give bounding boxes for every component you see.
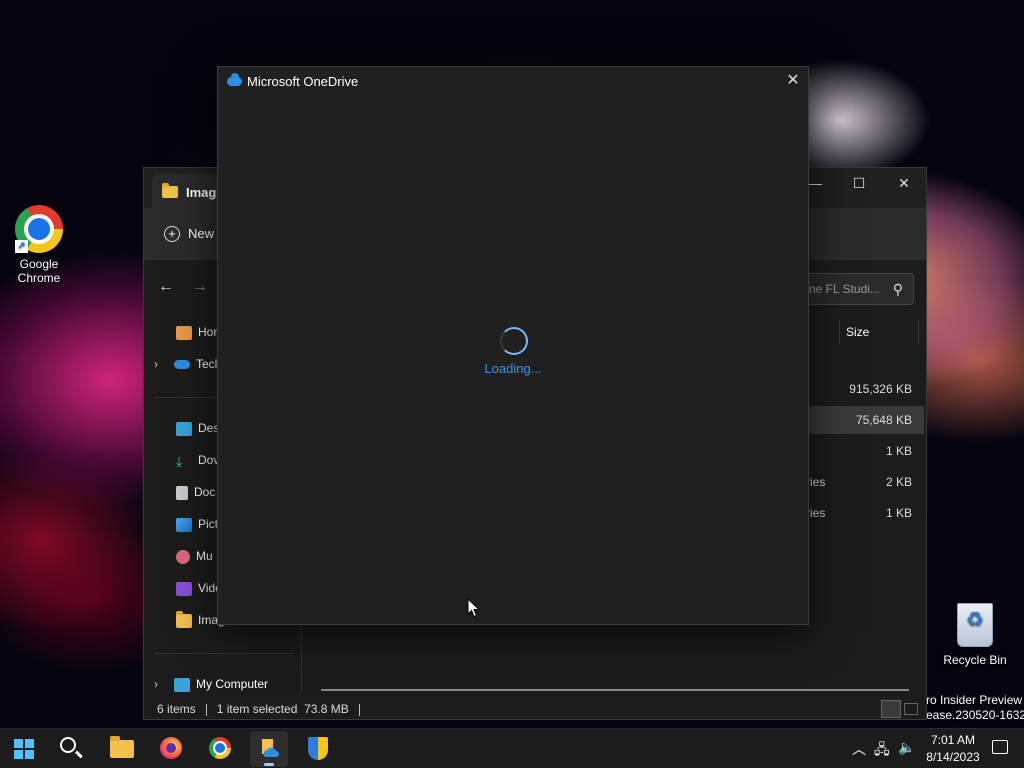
status-selected-size: 73.8 MB — [304, 702, 349, 716]
cloud-icon — [174, 360, 190, 370]
computer-icon — [174, 677, 190, 692]
taskbar-clock[interactable]: 7:01 AM 8/14/2023 — [918, 732, 988, 766]
nav-item-documents[interactable]: Doc — [176, 478, 215, 506]
nav-item-label: Tecl — [196, 357, 218, 371]
home-icon — [176, 325, 192, 340]
close-button[interactable]: ✕ — [778, 67, 808, 95]
nav-item-desktop[interactable]: Des — [176, 414, 219, 442]
status-item-count: 6 items — [157, 702, 196, 716]
shortcut-arrow-icon: ↗ — [15, 240, 28, 253]
onedrive-cloud-icon — [227, 73, 242, 86]
taskbar-firefox[interactable] — [152, 731, 190, 767]
download-icon: ⤓ — [176, 452, 183, 469]
column-header-size[interactable]: Size — [839, 320, 919, 344]
video-icon — [176, 581, 192, 596]
folder-icon — [176, 610, 192, 628]
nav-item-onedrive[interactable]: › Tecl — [154, 350, 217, 378]
windows-logo-icon — [14, 739, 34, 759]
row-size: 1 KB — [885, 444, 912, 458]
row-size: 2 KB — [885, 475, 912, 489]
taskbar-file-explorer[interactable] — [103, 731, 141, 767]
back-arrow-icon[interactable]: ← — [158, 278, 174, 296]
nav-item-label: Doc — [194, 485, 216, 499]
new-button-label: New — [188, 226, 215, 241]
desktop-icon-google-chrome[interactable]: ↗ Google Chrome — [1, 205, 77, 285]
nav-item-label: My Computer — [196, 677, 269, 691]
tiles-view-button[interactable] — [904, 703, 918, 715]
chevron-right-icon[interactable]: › — [154, 670, 168, 698]
onedrive-dialog[interactable]: Microsoft OneDrive ✕ Loading... — [217, 66, 809, 625]
nav-divider — [154, 653, 294, 654]
nav-item-pictures[interactable]: Pict — [176, 510, 218, 538]
status-bar: 6 items 1 item selected 73.8 MB — [144, 698, 926, 719]
music-icon — [176, 549, 190, 564]
loading-spinner-icon — [500, 327, 528, 355]
clock-date: 8/14/2023 — [926, 750, 980, 764]
notification-icon[interactable] — [992, 740, 1008, 754]
taskbar-onedrive-setup[interactable] — [250, 731, 288, 767]
row-size: 1 KB — [885, 506, 912, 520]
desktop-icon-label: Google Chrome — [17, 257, 61, 285]
status-selected-count: 1 item selected — [216, 702, 298, 716]
close-button[interactable]: ✕ — [881, 168, 926, 198]
desktop-icon-recycle-bin[interactable]: Recycle Bin — [937, 603, 1013, 667]
picture-icon — [176, 517, 192, 532]
chevron-right-icon[interactable]: › — [154, 350, 168, 378]
status-separator — [205, 703, 207, 716]
details-view-button[interactable] — [881, 700, 901, 718]
mouse-pointer-icon — [467, 598, 481, 618]
firefox-icon — [160, 737, 182, 759]
nav-item-label: Pict — [198, 517, 219, 531]
nav-item-label: Hor — [198, 325, 218, 339]
nav-item-downloads[interactable]: ⤓ Dov — [176, 446, 219, 474]
recycle-bin-icon — [957, 603, 993, 647]
volume-icon[interactable]: 🔈 — [898, 739, 915, 756]
search-icon — [60, 737, 76, 753]
nav-item-videos[interactable]: Vide — [176, 574, 222, 602]
chevron-up-icon[interactable]: ︿ — [852, 739, 866, 759]
search-icon[interactable]: ⚲ — [893, 274, 903, 304]
taskbar-security-app[interactable] — [299, 731, 337, 767]
row-size: 75,648 KB — [855, 413, 912, 427]
maximize-button[interactable]: ☐ — [836, 168, 882, 198]
forward-arrow-icon[interactable]: → — [192, 278, 208, 296]
loading-text: Loading... — [484, 361, 542, 376]
desktop-icon-label: Recycle Bin — [943, 653, 1007, 667]
nav-item-my-computer[interactable]: › My Computer — [154, 670, 268, 698]
onedrive-setup-icon — [262, 739, 279, 757]
taskbar-chrome[interactable] — [201, 731, 239, 767]
chrome-icon: ↗ — [15, 205, 63, 253]
taskbar: ︿ 🖧 🔈 7:01 AM 8/14/2023 — [0, 728, 1024, 768]
network-icon[interactable]: 🖧 — [874, 739, 890, 763]
dialog-title: Microsoft OneDrive — [247, 74, 359, 89]
document-icon — [176, 485, 188, 500]
clock-time: 7:01 AM — [930, 733, 976, 747]
status-separator — [358, 703, 360, 716]
search-placeholder: ne FL Studi... — [809, 282, 880, 296]
row-size: 915,326 KB — [849, 382, 912, 396]
shield-icon — [308, 737, 328, 760]
start-button[interactable] — [4, 731, 42, 767]
os-build-watermark: ro Insider Preview ease.230520-1632 — [926, 693, 1024, 723]
plus-icon: + — [164, 226, 180, 242]
watermark-line-1: ro Insider Preview — [926, 693, 1023, 707]
chrome-icon — [209, 737, 231, 759]
new-button[interactable]: + New — [164, 226, 214, 242]
folder-icon — [110, 736, 134, 758]
folder-icon — [162, 183, 178, 198]
desktop-folder-icon — [176, 421, 192, 436]
nav-item-home[interactable]: Hor — [176, 318, 217, 346]
horizontal-scrollbar[interactable] — [321, 689, 909, 691]
watermark-line-2: ease.230520-1632 — [926, 708, 1024, 722]
nav-item-music[interactable]: Mu — [176, 542, 213, 570]
taskbar-search-button[interactable] — [52, 731, 90, 767]
nav-item-label: Mu — [196, 549, 213, 563]
